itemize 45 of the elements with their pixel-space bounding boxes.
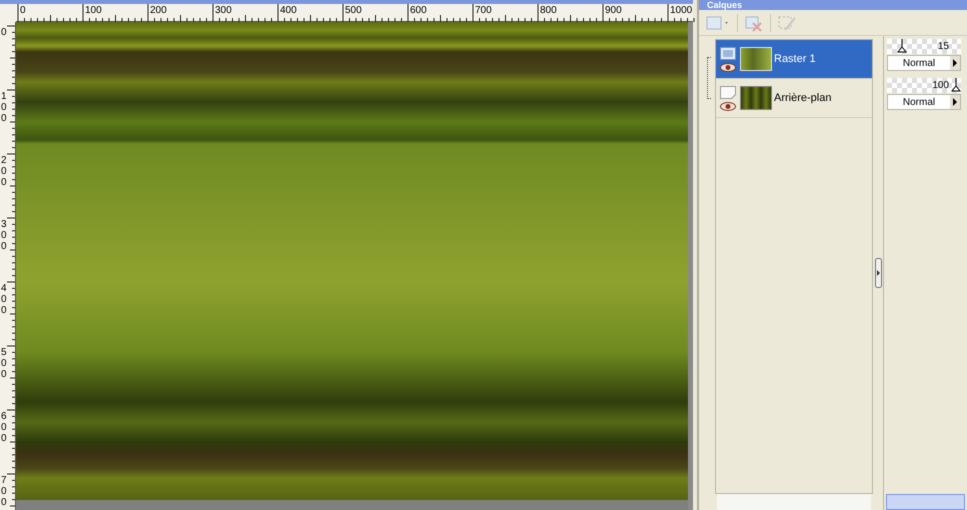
ruler-label: 100 [1, 91, 8, 124]
ruler-label: 500 [345, 5, 362, 16]
eye-icon[interactable] [720, 62, 736, 72]
palette-title: Calques [707, 0, 742, 10]
ruler-label: 0 [1, 27, 8, 38]
ruler-label: 0 [20, 5, 26, 16]
ruler-label: 700 [475, 5, 492, 16]
eye-icon[interactable] [720, 102, 736, 110]
ruler-label: 300 [1, 219, 8, 252]
opacity-slider[interactable]: 100 [887, 78, 961, 93]
slider-thumb[interactable] [951, 78, 961, 92]
layer-row[interactable]: Raster 1 [716, 40, 872, 79]
opacity-value: 15 [938, 40, 949, 54]
horizontal-scrollbar[interactable] [717, 494, 871, 510]
layer-thumbnail [740, 47, 772, 71]
blend-mode-dropdown[interactable]: Normal [887, 94, 961, 110]
ruler-label: 300 [215, 5, 232, 16]
mask-icon[interactable] [777, 14, 797, 32]
new-layer-icon[interactable] [705, 14, 731, 32]
ruler-label: 800 [540, 5, 557, 16]
raster-layer-icon [720, 46, 736, 60]
layer-name: Raster 1 [774, 52, 816, 67]
layer-thumbnail [740, 86, 772, 110]
opacity-value: 100 [932, 79, 949, 93]
ruler-label: 400 [280, 5, 297, 16]
ruler-label: 400 [1, 283, 8, 316]
ruler-label: 100 [85, 5, 102, 16]
layer-name: Arrière-plan [774, 90, 832, 106]
background-layer-icon [720, 86, 736, 98]
ruler-label: 500 [1, 347, 8, 380]
opacity-slider[interactable]: 15 [887, 39, 961, 54]
dropdown-arrow-icon [950, 56, 960, 70]
dropdown-arrow-icon [950, 95, 960, 109]
ruler-label: 700 [1, 475, 8, 508]
slider-thumb[interactable] [896, 39, 907, 53]
ruler-label: 200 [150, 5, 167, 16]
ruler-label: 600 [410, 5, 427, 16]
ruler-label: 1000 [670, 5, 692, 16]
horizontal-scrollbar[interactable] [886, 494, 965, 510]
layer-row[interactable]: Arrière-plan [716, 79, 872, 118]
ruler-label: 900 [605, 5, 622, 16]
ruler-label: 200 [1, 155, 8, 188]
ruler-label: 600 [1, 411, 8, 444]
blend-mode-dropdown[interactable]: Normal [887, 55, 961, 71]
delete-layer-icon[interactable] [744, 14, 764, 32]
